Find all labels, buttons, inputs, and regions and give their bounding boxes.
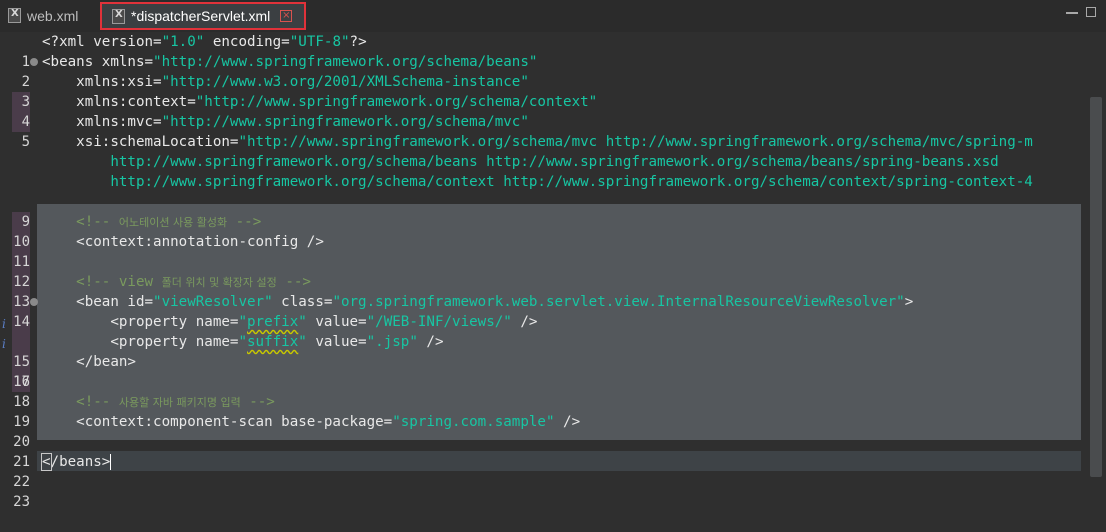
code-token: />	[511, 314, 538, 330]
code-token: "viewResolver"	[153, 294, 273, 310]
code-line[interactable]: 10 <!-- 어노테이션 사용 활성화 -->	[0, 212, 1082, 250]
code-line[interactable]: 5 xmlns:mvc="http://www.springframework.…	[0, 112, 1082, 150]
code-token: "org.springframework.web.servlet.view.In…	[332, 294, 905, 310]
spelling-warning[interactable]: prefix	[247, 314, 298, 330]
code-token: "	[238, 334, 248, 350]
code-line[interactable]: 18	[0, 372, 1082, 410]
vertical-scrollbar[interactable]	[1090, 32, 1102, 482]
code-line[interactable]: 6 xsi:schemaLocation="http://www.springf…	[0, 132, 1082, 152]
code-line[interactable]: i 16 <property name="suffix" value=".jsp…	[0, 332, 1082, 390]
code-token: <property name=	[42, 334, 239, 350]
code-token: "http://www.springframework.org/schema/m…	[238, 134, 1033, 150]
code-comment: <!--	[42, 394, 119, 410]
code-comment: -->	[240, 394, 275, 410]
maximize-icon[interactable]	[1086, 7, 1096, 17]
code-line[interactable]: 11 <context:annotation-config />	[0, 232, 1082, 270]
code-token: xmlns:mvc=	[42, 114, 162, 130]
code-token: "/WEB-INF/views/"	[366, 314, 512, 330]
xml-file-icon	[112, 8, 125, 24]
code-token: "	[298, 314, 307, 330]
info-icon[interactable]: i	[2, 334, 6, 354]
code-line[interactable]: 13 <!-- view 폴더 위치 및 확장자 설정 -->	[0, 272, 1082, 310]
code-token: http://www.springframework.org/schema/be…	[42, 154, 999, 170]
code-editor[interactable]: 1 <?xml version="1.0" encoding="UTF-8"?>…	[0, 32, 1106, 510]
bracket-match: <	[41, 453, 52, 471]
code-token: "	[238, 314, 248, 330]
fold-toggle-icon[interactable]	[30, 58, 38, 66]
info-icon[interactable]: i	[2, 314, 6, 334]
code-comment: <!-- view	[42, 274, 162, 290]
code-line-current[interactable]: 22 </beans>	[0, 452, 1082, 490]
code-token: value=	[306, 314, 367, 330]
code-line[interactable]: 21	[0, 432, 1082, 470]
code-line[interactable]: 3 xmlns:xsi="http://www.w3.org/2001/XMLS…	[0, 72, 1082, 110]
code-token: ?>	[349, 34, 367, 50]
text-cursor	[110, 454, 112, 470]
code-comment: 폴더 위치 및 확장자 설정	[161, 276, 277, 289]
tab-dispatcher-servlet-xml[interactable]: *dispatcherServlet.xml ×	[100, 2, 306, 30]
code-token: "	[298, 334, 307, 350]
code-line[interactable]: 23	[0, 472, 1082, 510]
code-token: <beans xmlns=	[42, 54, 154, 70]
code-token: <context:component-scan base-package=	[42, 414, 393, 430]
code-token: xmlns:context=	[42, 94, 196, 110]
code-line[interactable]: 20 <context:component-scan base-package=…	[0, 412, 1082, 450]
code-token: <property name=	[42, 314, 239, 330]
code-token: <context:annotation-config />	[42, 234, 324, 250]
code-comment: <!--	[42, 214, 119, 230]
code-token: <?xml version=	[42, 34, 162, 50]
code-token: </bean>	[42, 354, 136, 370]
fold-toggle-icon[interactable]	[30, 298, 38, 306]
code-comment: 사용할 자바 패키지명 입력	[118, 396, 241, 409]
minimize-icon[interactable]	[1066, 6, 1078, 14]
code-token: /beans>	[50, 454, 111, 470]
code-token: />	[554, 414, 581, 430]
code-token: xsi:schemaLocation=	[42, 134, 239, 150]
tab-label: *dispatcherServlet.xml	[131, 8, 271, 24]
code-token: http://www.springframework.org/schema/co…	[42, 174, 1033, 190]
code-comment: -->	[276, 274, 311, 290]
code-line[interactable]: 2 <beans xmlns="http://www.springframewo…	[0, 52, 1082, 90]
code-token: ".jsp"	[366, 334, 418, 350]
code-token: "1.0"	[161, 34, 205, 50]
code-line[interactable]: 17 </bean>	[0, 352, 1082, 390]
code-line[interactable]: i 15 <property name="prefix" value="/WEB…	[0, 312, 1082, 370]
tab-web-xml[interactable]: web.xml	[0, 0, 92, 31]
line-number: 23	[13, 494, 30, 510]
editor-tab-bar: web.xml *dispatcherServlet.xml ×	[0, 0, 1106, 33]
code-token: class=	[272, 294, 333, 310]
code-token: "http://www.springframework.org/schema/c…	[195, 94, 598, 110]
code-token: "spring.com.sample"	[392, 414, 555, 430]
code-token: "UTF-8"	[289, 34, 350, 50]
code-token: xmlns:xsi=	[42, 74, 162, 90]
code-line[interactable]: 19 <!-- 사용할 자바 패키지명 입력 -->	[0, 392, 1082, 430]
code-token: />	[417, 334, 444, 350]
code-line[interactable]: 4 xmlns:context="http://www.springframew…	[0, 92, 1082, 130]
code-token: <bean id=	[42, 294, 154, 310]
code-line[interactable]: 14 <bean id="viewResolver" class="org.sp…	[0, 292, 1082, 330]
code-token: >	[904, 294, 914, 310]
code-token: encoding=	[204, 34, 290, 50]
scrollbar-thumb[interactable]	[1090, 97, 1102, 477]
code-token: "http://www.springframework.org/schema/b…	[153, 54, 538, 70]
code-token: value=	[306, 334, 367, 350]
code-token: "http://www.springframework.org/schema/m…	[161, 114, 529, 130]
code-line[interactable]: 8 http://www.springframework.org/schema/…	[0, 172, 1082, 192]
code-line[interactable]: 1 <?xml version="1.0" encoding="UTF-8"?>	[0, 32, 1082, 70]
close-icon[interactable]: ×	[280, 10, 293, 22]
code-line[interactable]: 9	[0, 192, 1082, 230]
spelling-warning[interactable]: suffix	[247, 334, 298, 350]
code-comment: 어노테이션 사용 활성화	[118, 216, 228, 229]
xml-file-icon	[8, 8, 21, 23]
code-comment: -->	[227, 214, 262, 230]
tab-label: web.xml	[27, 7, 79, 24]
code-line[interactable]: 12	[0, 252, 1082, 290]
code-line[interactable]: 7 http://www.springframework.org/schema/…	[0, 152, 1082, 172]
code-token: "http://www.w3.org/2001/XMLSchema-instan…	[161, 74, 529, 90]
